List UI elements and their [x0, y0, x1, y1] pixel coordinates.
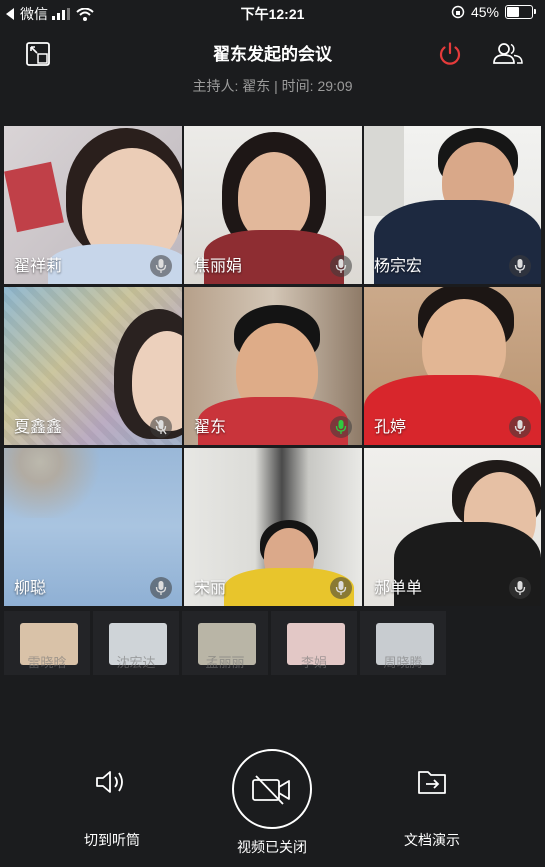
status-right: 45% [451, 4, 536, 20]
participant-name: 郝单单 [374, 580, 423, 597]
participants-button[interactable] [492, 40, 524, 68]
video-grid: 翟祥莉 焦丽娟 杨宗宏 夏鑫鑫 翟东 孔婷 柳聪 宋丽 郝单单 [4, 126, 541, 608]
status-bar: 微信 下午12:21 45% [0, 0, 545, 24]
participant-name: 宋丽 [194, 580, 227, 597]
share-document-icon [418, 771, 446, 794]
participant-thumbnails: 雷晓晗 沈宏达 孟丽丽 李娟 周晓腾 [4, 611, 541, 675]
poster-image [4, 161, 64, 233]
video-tile[interactable]: 柳聪 [4, 448, 182, 606]
battery-percent: 45% [470, 4, 499, 20]
video-tile[interactable]: 杨宗宏 [364, 126, 541, 284]
participants-icon [493, 43, 523, 64]
switch-to-earpiece-button[interactable]: 切到听筒 [52, 767, 172, 850]
video-tile[interactable]: 宋丽 [184, 448, 362, 606]
camera-off-icon [252, 775, 290, 805]
mic-icon [509, 416, 531, 438]
participant-name: 夏鑫鑫 [14, 419, 63, 436]
thumbnail-tile[interactable]: 孟丽丽 [182, 611, 268, 675]
mic-icon [330, 255, 352, 277]
thumbnail-name: 李娟 [300, 655, 327, 670]
power-icon [439, 42, 461, 65]
mic-icon [150, 577, 172, 599]
mic-icon [330, 577, 352, 599]
thumbnail-tile[interactable]: 沈宏达 [93, 611, 179, 675]
end-meeting-button[interactable] [436, 40, 464, 68]
thumbnail-name: 孟丽丽 [205, 655, 245, 670]
video-tile[interactable]: 焦丽娟 [184, 126, 362, 284]
thumbnail-name: 雷晓晗 [27, 655, 67, 670]
speaker-icon [96, 771, 123, 793]
document-label: 文档演示 [404, 832, 460, 848]
participant-name: 柳聪 [14, 580, 47, 597]
participant-name: 翟东 [194, 419, 227, 436]
thumbnail-tile[interactable]: 雷晓晗 [4, 611, 90, 675]
meeting-header: 翟东发起的会议 主持人: 翟东 | 时间: 29:09 [0, 28, 545, 98]
video-tile[interactable]: 翟祥莉 [4, 126, 182, 284]
video-label: 视频已关闭 [237, 839, 307, 855]
battery-icon [505, 5, 536, 19]
video-tile[interactable]: 翟东 [184, 287, 362, 445]
thumbnail-name: 沈宏达 [116, 655, 156, 670]
bottom-controls: 切到听筒 视频已关闭 文档演示 [0, 745, 545, 855]
thumbnail-tile[interactable]: 李娟 [271, 611, 357, 675]
participant-name: 孔婷 [374, 419, 407, 436]
mic-icon [509, 577, 531, 599]
mic-active-icon [330, 416, 352, 438]
video-tile[interactable]: 郝单单 [364, 448, 541, 606]
speaker-label: 切到听筒 [84, 832, 140, 848]
participant-name: 杨宗宏 [374, 258, 423, 275]
mic-icon [509, 255, 531, 277]
video-tile[interactable]: 夏鑫鑫 [4, 287, 182, 445]
orientation-lock-icon [451, 5, 465, 19]
mic-off-icon [150, 416, 172, 438]
participant-name: 翟祥莉 [14, 258, 63, 275]
camera-toggle[interactable] [232, 749, 312, 829]
meeting-subtitle: 主持人: 翟东 | 时间: 29:09 [192, 78, 353, 94]
mic-icon [150, 255, 172, 277]
toggle-video-button[interactable]: 视频已关闭 [212, 745, 332, 857]
thumbnail-tile[interactable]: 周晓腾 [360, 611, 446, 675]
participant-name: 焦丽娟 [194, 258, 243, 275]
video-tile[interactable]: 孔婷 [364, 287, 541, 445]
thumbnail-name: 周晓腾 [383, 655, 423, 670]
document-presentation-button[interactable]: 文档演示 [372, 767, 492, 850]
